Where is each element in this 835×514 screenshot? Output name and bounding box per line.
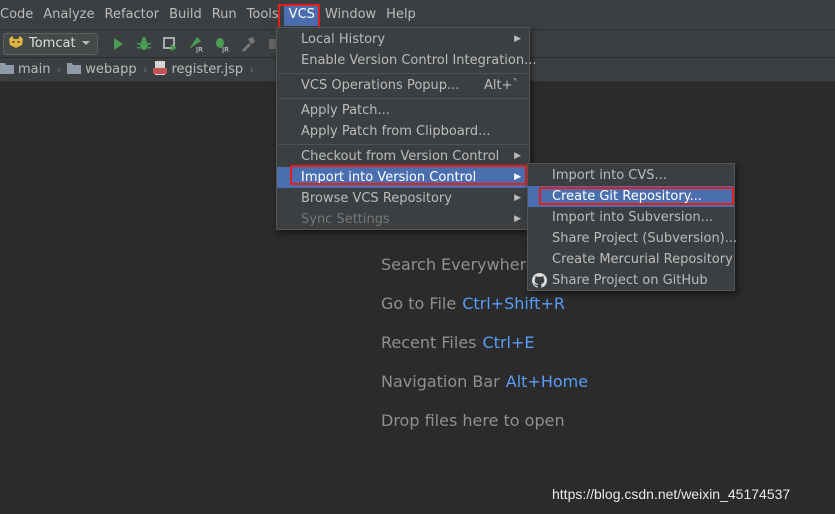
menu-item-label: Enable Version Control Integration... (301, 53, 537, 68)
hint-go-to-file: Go to File Ctrl+Shift+R (381, 294, 565, 313)
submenu-item-create-mercurial[interactable]: Create Mercurial Repository (528, 249, 734, 270)
jrebel-run-icon[interactable]: JR (186, 34, 206, 54)
folder-icon (0, 62, 14, 78)
breadcrumb-separator: › (249, 62, 254, 77)
menu-item-enable-vcs[interactable]: Enable Version Control Integration... (277, 50, 537, 71)
submenu-arrow-icon: ▶ (514, 151, 521, 161)
hint-label: Recent Files (381, 333, 477, 352)
submenu-item-create-git-repo[interactable]: Create Git Repository... (528, 186, 734, 207)
menu-vcs[interactable]: VCS (283, 3, 320, 26)
tomcat-icon (8, 35, 24, 53)
menu-tools[interactable]: Tools (242, 4, 284, 26)
submenu-item-import-cvs[interactable]: Import into CVS... (528, 165, 734, 186)
debug-icon[interactable] (134, 34, 154, 54)
menu-item-browse-vcs[interactable]: Browse VCS Repository ▶ (277, 188, 529, 209)
hint-navigation-bar: Navigation Bar Alt+Home (381, 372, 588, 391)
submenu-arrow-icon: ▶ (514, 172, 521, 182)
run-icon[interactable] (108, 34, 128, 54)
menu-help[interactable]: Help (381, 4, 421, 26)
breadcrumb-label: webapp (85, 62, 137, 77)
hint-label: Navigation Bar (381, 372, 500, 391)
menu-item-label: Import into CVS... (552, 168, 667, 183)
menu-item-label: Sync Settings (301, 212, 390, 227)
menu-item-apply-patch[interactable]: Apply Patch... (277, 100, 529, 121)
coverage-icon[interactable] (160, 34, 180, 54)
run-config-label: Tomcat (29, 36, 76, 51)
menu-item-label: Share Project (Subversion)... (552, 231, 738, 246)
menu-item-label: Import into Subversion... (552, 210, 714, 225)
menu-item-shortcut: Alt+` (484, 78, 519, 93)
menu-item-label: VCS Operations Popup... (301, 78, 460, 93)
hint-drop-files: Drop files here to open (381, 411, 565, 430)
menu-code[interactable]: Code (0, 4, 38, 26)
hint-shortcut: Ctrl+Shift+R (462, 294, 565, 313)
svg-text:JR: JR (221, 46, 229, 53)
submenu-arrow-icon: ▶ (514, 34, 521, 44)
menu-refactor[interactable]: Refactor (100, 4, 165, 26)
menu-window[interactable]: Window (320, 4, 381, 26)
menu-item-label: Apply Patch from Clipboard... (301, 124, 491, 139)
submenu-item-import-subversion[interactable]: Import into Subversion... (528, 207, 734, 228)
hint-recent-files: Recent Files Ctrl+E (381, 333, 534, 352)
breadcrumb-separator: › (142, 62, 148, 77)
hint-label: Search Everywhere (381, 255, 536, 274)
watermark-url: https://blog.csdn.net/weixin_45174537 (552, 486, 791, 502)
build-hammer-icon[interactable] (238, 34, 258, 54)
submenu-arrow-icon: ▶ (514, 214, 521, 224)
breadcrumb-item-register-jsp[interactable]: register.jsp (153, 60, 249, 79)
submenu-item-share-github[interactable]: Share Project on GitHub (528, 270, 734, 291)
github-icon (532, 273, 547, 288)
breadcrumb-item-webapp[interactable]: webapp (67, 62, 142, 78)
import-submenu-popup: Import into CVS... Create Git Repository… (527, 163, 738, 291)
menu-bar: Code Analyze Refactor Build Run Tools VC… (0, 0, 835, 30)
menu-item-checkout[interactable]: Checkout from Version Control ▶ (277, 146, 529, 167)
menu-item-local-history[interactable]: Local History ▶ (277, 29, 529, 50)
hint-label: Drop files here to open (381, 411, 565, 430)
submenu-arrow-icon: ▶ (514, 193, 521, 203)
breadcrumb-label: main (18, 62, 51, 77)
menu-item-label: Browse VCS Repository (301, 191, 452, 206)
menu-item-sync-settings: Sync Settings ▶ (277, 209, 529, 230)
breadcrumb-item-main[interactable]: main (0, 62, 56, 78)
menu-item-label: Checkout from Version Control (301, 149, 500, 164)
menu-separator (278, 144, 528, 145)
menu-build[interactable]: Build (164, 4, 207, 26)
menu-item-label: Apply Patch... (301, 103, 390, 118)
menu-item-import-into-vcs[interactable]: Import into Version Control ▶ (277, 167, 529, 188)
menu-analyze[interactable]: Analyze (38, 4, 99, 26)
jrebel-debug-icon[interactable]: JR (212, 34, 232, 54)
menu-item-label: Import into Version Control (301, 170, 477, 185)
vcs-menu-popup: Local History ▶ Enable Version Control I… (276, 27, 537, 230)
run-config-selector[interactable]: Tomcat (3, 32, 98, 55)
chevron-down-icon (81, 36, 91, 51)
menu-item-label: Local History (301, 32, 386, 47)
svg-text:JR: JR (195, 46, 203, 53)
hint-search-everywhere: Search Everywhere (381, 255, 536, 274)
menu-item-label: Create Mercurial Repository (552, 252, 733, 267)
breadcrumb-label: register.jsp (171, 62, 244, 77)
breadcrumb-separator: › (56, 62, 62, 77)
menu-separator (278, 98, 528, 99)
menu-run[interactable]: Run (207, 4, 242, 26)
hint-label: Go to File (381, 294, 457, 313)
menu-item-label: Share Project on GitHub (552, 273, 708, 288)
folder-icon (67, 62, 82, 78)
submenu-item-share-subversion[interactable]: Share Project (Subversion)... (528, 228, 738, 249)
hint-shortcut: Ctrl+E (482, 333, 535, 352)
menu-item-apply-patch-clipboard[interactable]: Apply Patch from Clipboard... (277, 121, 529, 142)
menu-item-vcs-operations-popup[interactable]: VCS Operations Popup... Alt+` (277, 75, 529, 96)
hint-shortcut: Alt+Home (505, 372, 589, 391)
menu-separator (278, 73, 528, 74)
menu-item-label: Create Git Repository... (552, 189, 702, 204)
jsp-file-icon (153, 60, 168, 79)
